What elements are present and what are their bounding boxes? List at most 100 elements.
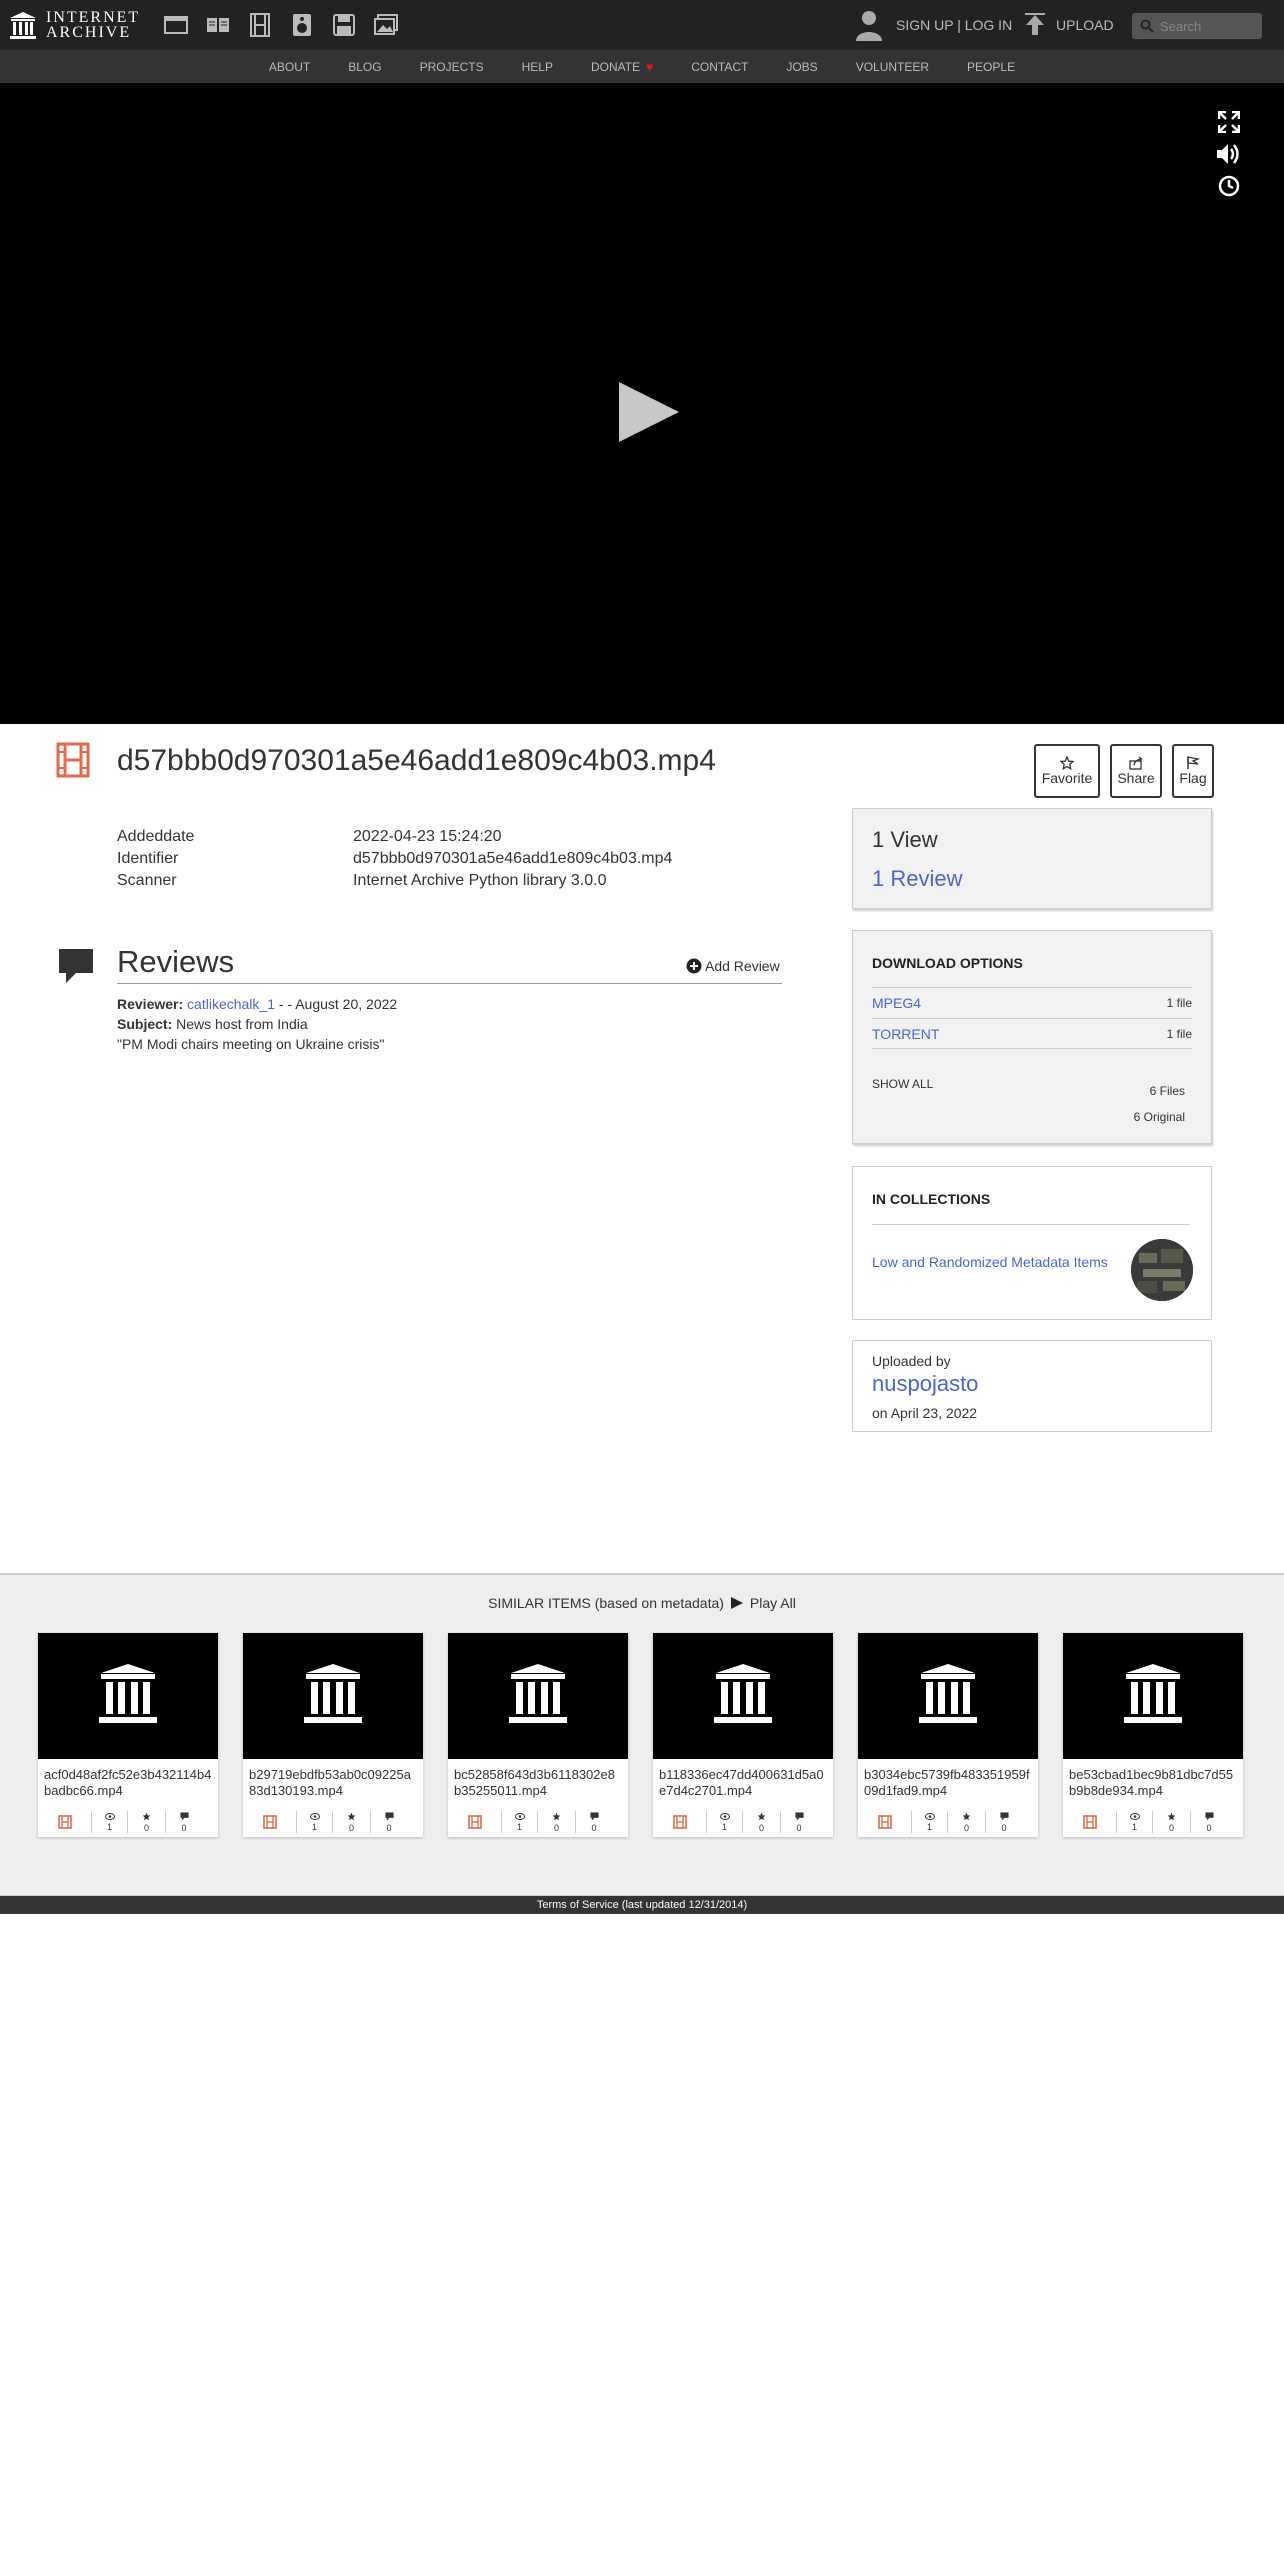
star-icon <box>757 1812 766 1823</box>
similar-item-card[interactable]: bc52858f643d3b6118302e8b35255011.mp4 1 0 0 <box>448 1633 628 1837</box>
download-mpeg4-link[interactable]: MPEG4 <box>872 995 921 1011</box>
similar-item-title[interactable]: be53cbad1bec9b81dbc7d55b9b8de934.mp4 <box>1063 1759 1243 1803</box>
similar-item-thumbnail[interactable] <box>858 1633 1038 1759</box>
terms-of-service-footer[interactable]: Terms of Service (last updated 12/31/201… <box>0 1896 1284 1914</box>
similar-item-thumbnail[interactable] <box>448 1633 628 1759</box>
download-torrent-link[interactable]: TORRENT <box>872 1026 939 1042</box>
similar-item-title[interactable]: b29719ebdfb53ab0c09225a83d130193.mp4 <box>243 1759 423 1803</box>
similar-item-thumbnail[interactable] <box>653 1633 833 1759</box>
star-icon <box>552 1812 561 1823</box>
reviews-divider <box>117 983 782 984</box>
search-input[interactable] <box>1160 18 1256 34</box>
comment-icon <box>384 1811 394 1823</box>
download-file-count: 1 file <box>1166 1026 1192 1041</box>
reviews-count: 0 <box>386 1822 392 1833</box>
add-review-button[interactable]: Add Review <box>686 958 780 974</box>
views-count: 1 <box>106 1822 112 1832</box>
favorites-count: 0 <box>963 1822 969 1833</box>
nav-help[interactable]: HELP <box>522 60 553 74</box>
metadata-key: Identifier <box>117 850 179 867</box>
similar-item-thumbnail[interactable] <box>1063 1633 1243 1759</box>
media-type-nav <box>164 13 416 37</box>
nav-blog[interactable]: BLOG <box>348 60 381 74</box>
nav-donate[interactable]: DONATE ♥ <box>591 60 653 74</box>
similar-item-title[interactable]: b3034ebc5739fb483351959f09d1fad9.mp4 <box>858 1759 1038 1803</box>
similar-item-card[interactable]: acf0d48af2fc52e3b432114b4badbc66.mp4 1 0 0 <box>38 1633 218 1837</box>
signup-login-link[interactable]: SIGN UP | LOG IN <box>896 17 1012 33</box>
share-button[interactable]: Share <box>1110 744 1162 798</box>
user-icon[interactable] <box>854 9 884 41</box>
similar-item-thumbnail[interactable] <box>38 1633 218 1759</box>
metadata-value: Internet Archive Python library 3.0.0 <box>353 872 607 889</box>
similar-item-title[interactable]: bc52858f643d3b6118302e8b35255011.mp4 <box>448 1759 628 1803</box>
similar-item-card[interactable]: b118336ec47dd400631d5a0e7d4c2701.mp4 1 0 0 <box>653 1633 833 1837</box>
software-icon[interactable] <box>332 13 356 37</box>
similar-items-section: SIMILAR ITEMS (based on metadata) Play A… <box>0 1573 1284 1896</box>
views-stat: 1 <box>502 1811 538 1833</box>
comment-icon <box>589 1811 599 1823</box>
favorites-stat: 0 <box>538 1811 576 1833</box>
share-label: Share <box>1117 770 1155 786</box>
fullscreen-icon[interactable] <box>1216 109 1242 135</box>
nav-about[interactable]: ABOUT <box>269 60 310 74</box>
web-icon[interactable] <box>164 13 188 37</box>
metadata-key: Scanner <box>117 872 177 889</box>
favorites-stat: 0 <box>128 1811 166 1833</box>
star-icon <box>1060 756 1074 770</box>
share-icon <box>1129 756 1143 770</box>
reviews-count-link[interactable]: 1 Review <box>872 866 962 892</box>
collection-thumbnail[interactable] <box>1131 1239 1193 1301</box>
uploader-panel: Uploaded by nuspojasto on April 23, 2022 <box>852 1340 1212 1432</box>
archive-building-icon <box>1122 1661 1184 1732</box>
favorite-button[interactable]: Favorite <box>1034 744 1100 798</box>
nav-volunteer[interactable]: VOLUNTEER <box>856 60 929 74</box>
star-icon <box>962 1812 971 1823</box>
eye-icon <box>104 1812 115 1822</box>
archive-building-icon <box>507 1661 569 1732</box>
metadata-value: 2022-04-23 15:24:20 <box>353 828 502 845</box>
views-stat: 1 <box>707 1811 743 1833</box>
collections-panel: IN COLLECTIONS Low and Randomized Metada… <box>852 1166 1212 1320</box>
upload-area[interactable]: UPLOAD <box>1024 8 1114 42</box>
logo-text: INTERNET ARCHIVE <box>46 10 140 41</box>
play-all-button[interactable]: Play All <box>730 1595 796 1611</box>
similar-item-thumbnail[interactable] <box>243 1633 423 1759</box>
show-all-link[interactable]: SHOW ALL <box>872 1077 933 1091</box>
download-options-heading: DOWNLOAD OPTIONS <box>872 955 1023 971</box>
uploader-link[interactable]: nuspojasto <box>872 1371 978 1397</box>
nav-jobs[interactable]: JOBS <box>786 60 817 74</box>
favorite-label: Favorite <box>1041 770 1093 786</box>
flag-label: Flag <box>1179 770 1207 786</box>
similar-item-card[interactable]: b29719ebdfb53ab0c09225a83d130193.mp4 1 0 0 <box>243 1633 423 1837</box>
video-player[interactable] <box>0 83 1284 724</box>
similar-item-card[interactable]: be53cbad1bec9b81dbc7d55b9b8de934.mp4 1 0 0 <box>1063 1633 1243 1837</box>
nav-projects[interactable]: PROJECTS <box>420 60 484 74</box>
download-row: TORRENT 1 file <box>872 1018 1192 1049</box>
eye-icon <box>719 1812 730 1822</box>
metadata-row: Addeddate 2022-04-23 15:24:20 <box>117 828 672 850</box>
search-icon <box>1140 19 1154 33</box>
similar-item-stats: 1 0 0 <box>858 1811 1038 1833</box>
play-button-icon[interactable] <box>617 380 681 444</box>
volume-icon[interactable] <box>1216 141 1242 167</box>
nav-people[interactable]: PEOPLE <box>967 60 1015 74</box>
similar-item-title[interactable]: b118336ec47dd400631d5a0e7d4c2701.mp4 <box>653 1759 833 1803</box>
film-icon <box>448 1811 502 1833</box>
reviews-stat: 0 <box>371 1811 407 1833</box>
similar-item-stats: 1 0 0 <box>38 1811 218 1833</box>
nav-contact[interactable]: CONTACT <box>691 60 748 74</box>
flag-button[interactable]: Flag <box>1172 744 1214 798</box>
views-count: 1 View <box>872 827 938 852</box>
audio-icon[interactable] <box>290 13 314 37</box>
video-icon[interactable] <box>248 13 272 37</box>
playback-speed-icon[interactable] <box>1216 173 1242 199</box>
images-icon[interactable] <box>374 13 398 37</box>
similar-item-title[interactable]: acf0d48af2fc52e3b432114b4badbc66.mp4 <box>38 1759 218 1803</box>
texts-icon[interactable] <box>206 13 230 37</box>
reviewer-link[interactable]: catlikechalk_1 <box>187 996 275 1012</box>
files-count: 6 Files <box>1149 1084 1185 1098</box>
collections-heading: IN COLLECTIONS <box>872 1191 991 1207</box>
internet-archive-logo[interactable]: INTERNET ARCHIVE <box>8 8 140 42</box>
similar-item-card[interactable]: b3034ebc5739fb483351959f09d1fad9.mp4 1 0 0 <box>858 1633 1038 1837</box>
collection-link[interactable]: Low and Randomized Metadata Items <box>872 1252 1112 1272</box>
